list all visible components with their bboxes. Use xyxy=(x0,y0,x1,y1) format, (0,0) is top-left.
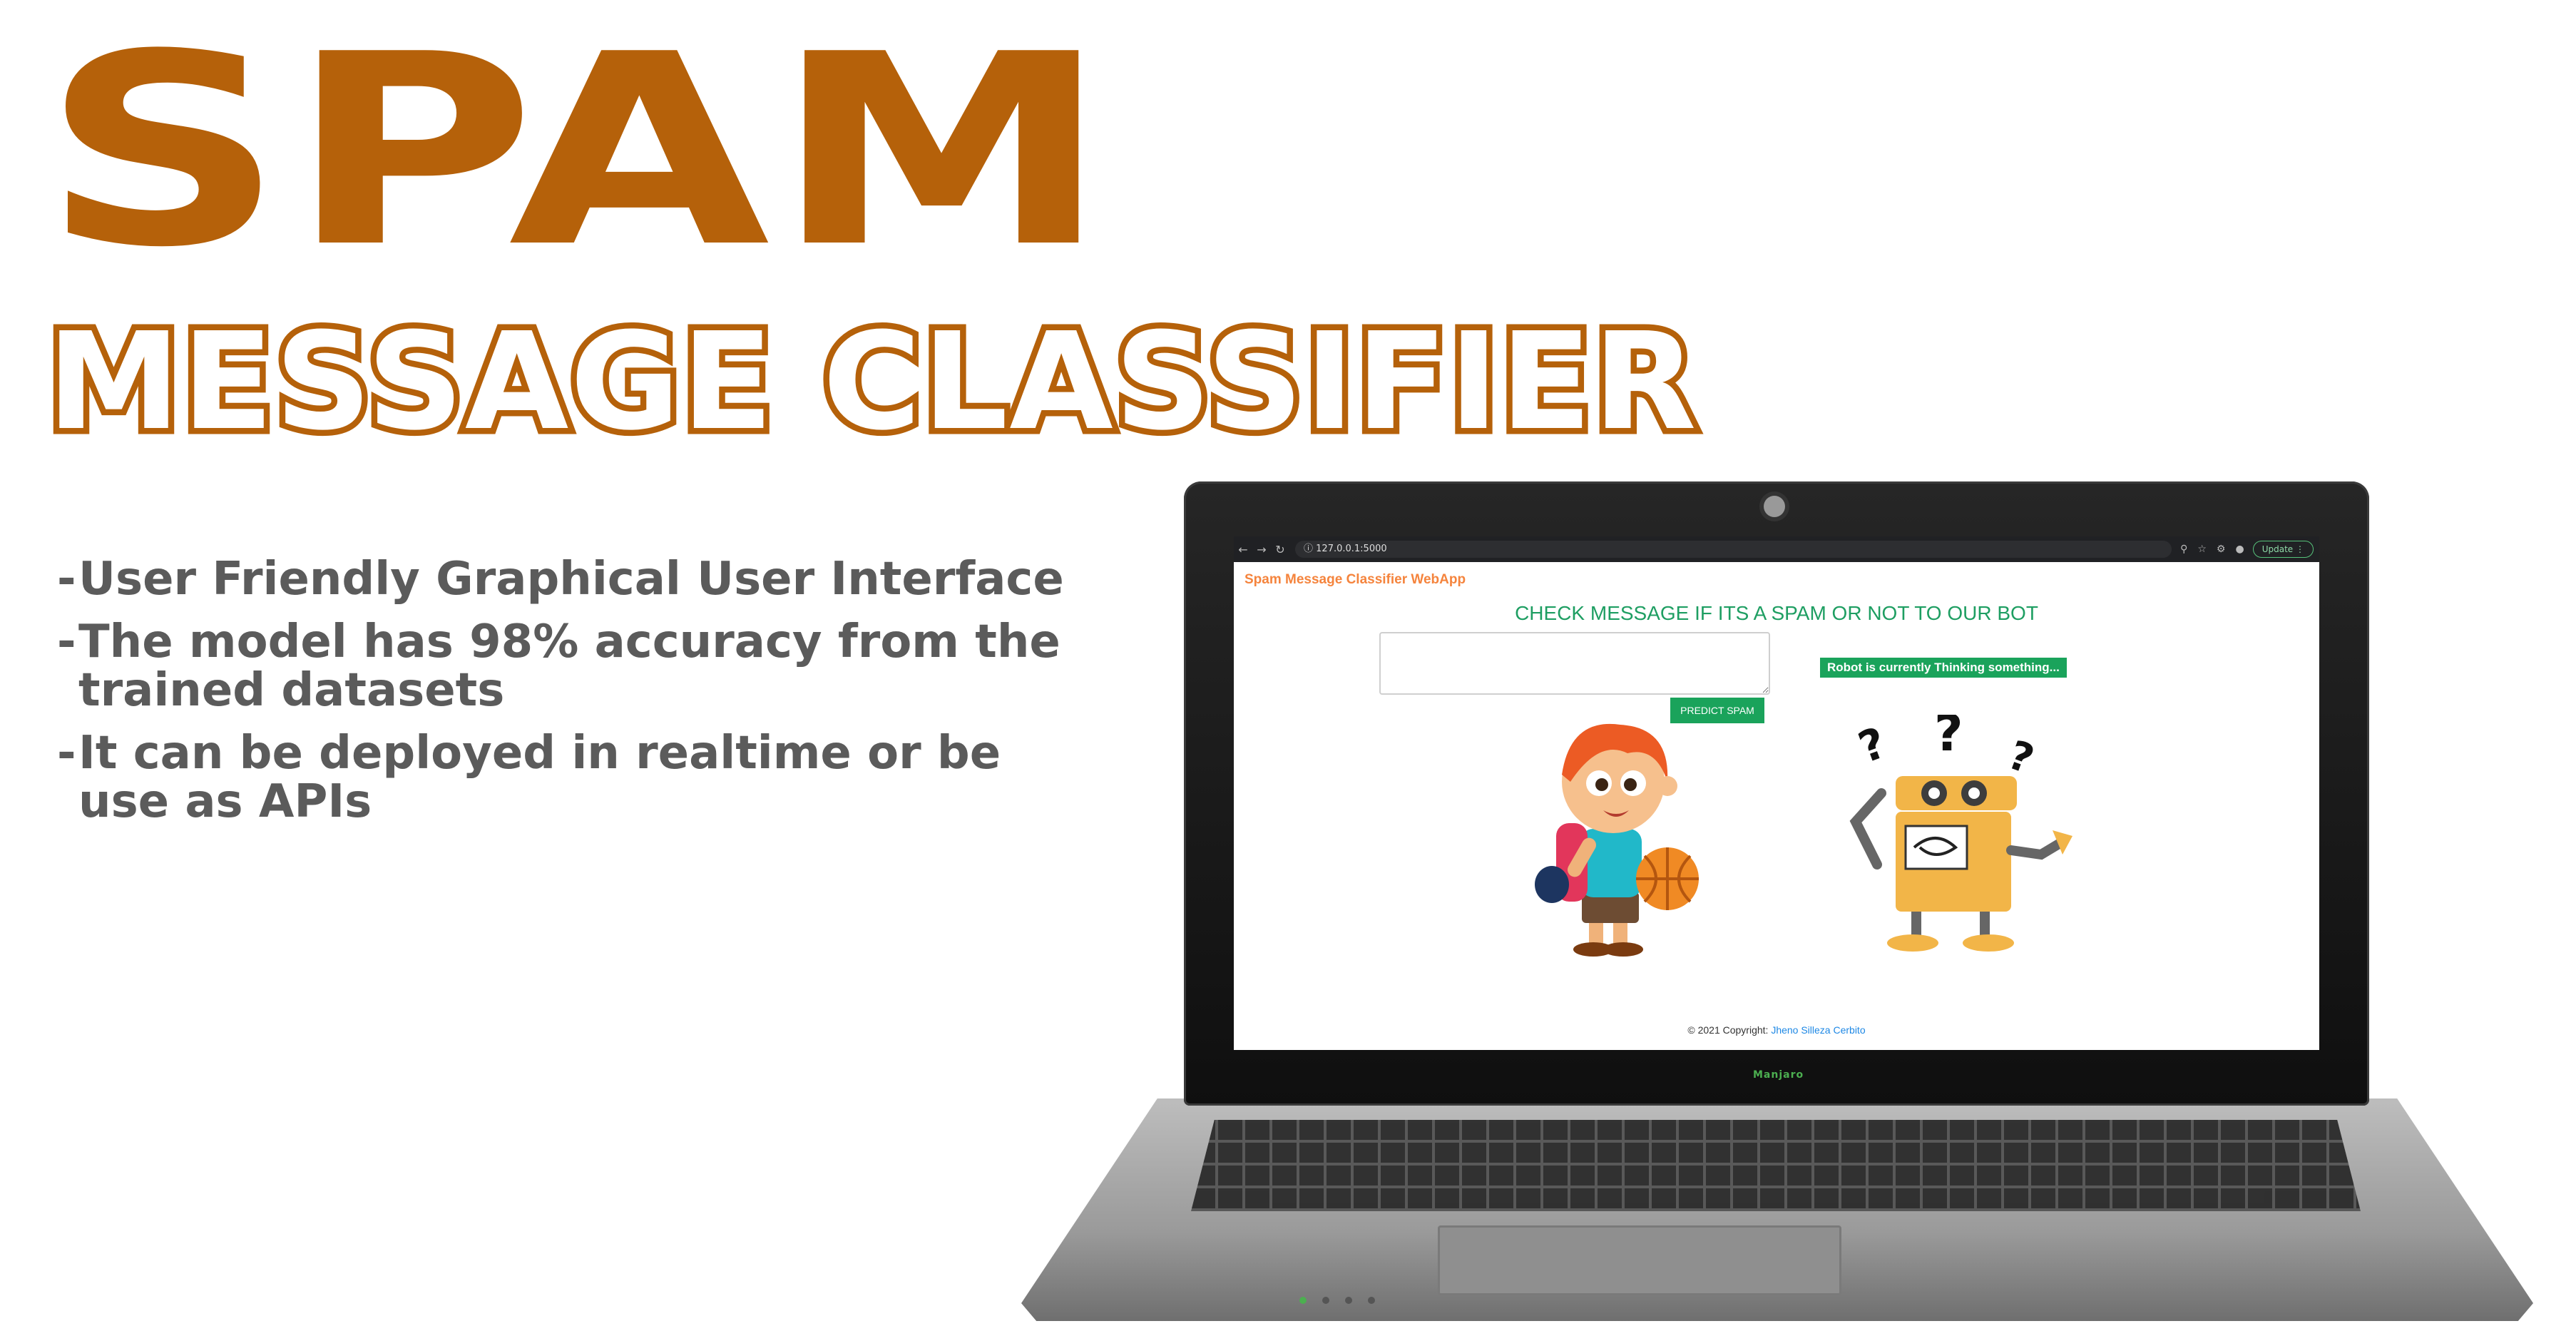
feature-list: -User Friendly Graphical User Interface … xyxy=(57,555,1098,840)
laptop-base xyxy=(1021,1098,2533,1321)
zoom-icon[interactable]: ⚲ xyxy=(2180,544,2187,555)
star-icon[interactable]: ☆ xyxy=(2197,544,2207,555)
status-leds xyxy=(1299,1297,1375,1304)
headline-title: SPAM xyxy=(41,0,1114,305)
robot-illustration: ? ? ? xyxy=(1849,715,2072,952)
browser-actions: ⚲ ☆ ⚙ ● xyxy=(2172,544,2253,555)
headline-subtitle: MESSAGE CLASSIFIER xyxy=(41,304,1703,460)
update-button[interactable]: Update ⋮ xyxy=(2252,541,2314,558)
webcam-icon xyxy=(1764,496,1785,517)
page-title: CHECK MESSAGE IF ITS A SPAM OR NOT TO OU… xyxy=(1515,602,2038,624)
boy-illustration xyxy=(1535,723,1699,957)
url-text: 127.0.0.1:5000 xyxy=(1316,544,1387,554)
led-indicator xyxy=(1345,1297,1352,1304)
profile-icon[interactable]: ● xyxy=(2235,544,2244,555)
feature-item: -It can be deployed in realtime or be us… xyxy=(57,727,1001,828)
led-indicator xyxy=(1299,1297,1307,1304)
robot-status-badge: Robot is currently Thinking something... xyxy=(1820,658,2067,678)
feature-item: -User Friendly Graphical User Interface xyxy=(57,553,1064,606)
update-label: Update xyxy=(2261,544,2294,554)
laptop-screen: ← → ↻ ⓘ 127.0.0.1:5000 ⚲ ☆ ⚙ ● Update ⋮ … xyxy=(1234,536,2319,1050)
back-icon[interactable]: ← xyxy=(1234,543,1252,556)
forward-icon[interactable]: → xyxy=(1252,543,1271,556)
app-brand[interactable]: Spam Message Classifier WebApp xyxy=(1244,572,1466,588)
led-indicator xyxy=(1322,1297,1329,1304)
feature-text: The model has 98% accuracy from the trai… xyxy=(78,616,1060,717)
page-footer: © 2021 Copyright: Jheno Silleza Cerbito xyxy=(1234,1024,2319,1036)
menu-icon[interactable]: ⋮ xyxy=(2296,544,2304,554)
laptop-touchpad xyxy=(1438,1225,1841,1295)
led-indicator xyxy=(1368,1297,1375,1304)
browser-toolbar: ← → ↻ ⓘ 127.0.0.1:5000 ⚲ ☆ ⚙ ● Update ⋮ xyxy=(1234,536,2319,562)
feature-text: It can be deployed in realtime or be use… xyxy=(78,727,1001,828)
feature-item: -The model has 98% accuracy from the tra… xyxy=(57,616,1060,717)
svg-text:?: ? xyxy=(2002,732,2040,783)
reload-icon[interactable]: ↻ xyxy=(1271,543,1289,556)
laptop-brand-logo: Manjaro xyxy=(1753,1069,1804,1081)
laptop-lid: ← → ↻ ⓘ 127.0.0.1:5000 ⚲ ☆ ⚙ ● Update ⋮ … xyxy=(1184,481,2369,1106)
info-icon[interactable]: ⓘ xyxy=(1304,544,1313,554)
footer-copyright: © 2021 Copyright: xyxy=(1687,1024,1769,1036)
svg-text:?: ? xyxy=(1934,715,1963,763)
feature-text: User Friendly Graphical User Interface xyxy=(78,553,1064,606)
footer-author-link[interactable]: Jheno Silleza Cerbito xyxy=(1771,1024,1865,1036)
address-bar[interactable]: ⓘ 127.0.0.1:5000 xyxy=(1295,541,2172,558)
extensions-icon[interactable]: ⚙ xyxy=(2217,544,2226,555)
svg-text:?: ? xyxy=(1852,718,1893,773)
laptop-keyboard xyxy=(1191,1120,2361,1211)
message-input[interactable] xyxy=(1379,632,1770,695)
